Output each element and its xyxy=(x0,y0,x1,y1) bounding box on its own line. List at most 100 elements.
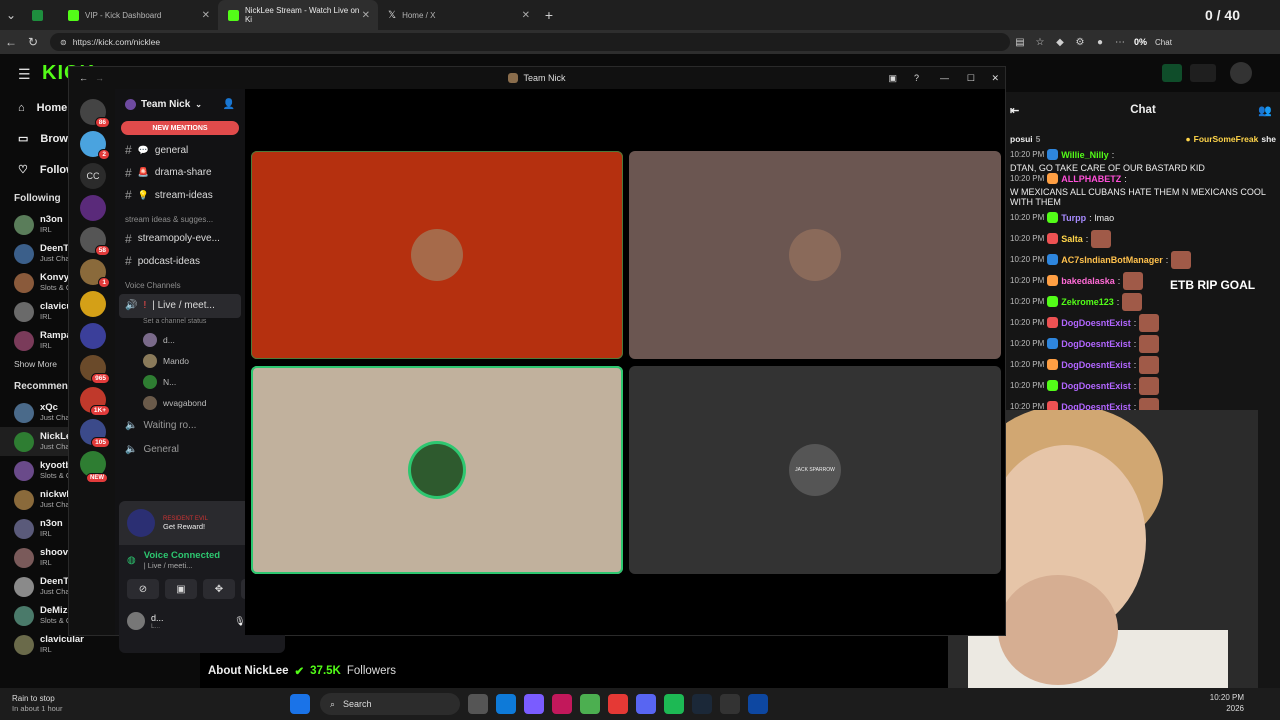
server-icon[interactable] xyxy=(80,323,106,349)
minimize-icon[interactable]: — xyxy=(940,73,949,83)
browser-chat-button[interactable]: Chat xyxy=(1155,38,1172,47)
voice-user[interactable]: wvagabond xyxy=(115,393,245,414)
close-icon[interactable]: ✕ xyxy=(202,10,210,21)
category-stream-ideas[interactable]: stream ideas & sugges... xyxy=(115,207,245,228)
extension-icon[interactable]: ◆ xyxy=(1050,37,1070,48)
server-icon[interactable]: CC xyxy=(80,163,106,189)
edge-icon[interactable] xyxy=(496,694,516,714)
chat-username[interactable]: DogDoesntExist xyxy=(1061,339,1131,349)
chat-username[interactable]: DogDoesntExist xyxy=(1061,360,1131,370)
taskbar-search[interactable]: ⌕ Search xyxy=(320,693,460,715)
menu-icon[interactable]: ☰ xyxy=(18,66,31,83)
server-icon[interactable]: 1 xyxy=(80,259,110,288)
voice-channel[interactable]: 🔈 General xyxy=(115,438,245,462)
avatar[interactable] xyxy=(1230,62,1252,84)
camera-off-button[interactable]: ⊘ xyxy=(127,579,159,599)
server-icon[interactable] xyxy=(80,195,106,221)
chat-username[interactable]: DogDoesntExist xyxy=(1061,318,1131,328)
app-icon[interactable] xyxy=(608,694,628,714)
tab-sheets[interactable] xyxy=(22,0,58,30)
start-icon[interactable] xyxy=(290,694,310,714)
participant-tile[interactable] xyxy=(629,151,1001,359)
close-icon[interactable]: ✕ xyxy=(362,10,370,21)
chat-username[interactable]: bakedalaska xyxy=(1061,276,1115,286)
participant-tile[interactable] xyxy=(251,151,623,359)
channel-stream-ideas[interactable]: # 💡 stream-ideas xyxy=(115,184,245,207)
reload-icon[interactable]: ↻ xyxy=(22,35,44,49)
server-icon[interactable]: 58 xyxy=(80,227,110,256)
kicks-icon[interactable] xyxy=(1190,64,1216,82)
spotify-icon[interactable] xyxy=(664,694,684,714)
server-icon[interactable] xyxy=(80,291,106,317)
channel-status[interactable]: Set a channel status xyxy=(115,318,245,330)
reader-icon[interactable]: ▤ xyxy=(1010,37,1030,48)
channel-streamopoly-eve...[interactable]: # streamopoly-eve... xyxy=(115,228,245,251)
help-icon[interactable]: ? xyxy=(914,73,919,83)
chat-username[interactable]: AC7sIndianBotManager xyxy=(1061,255,1163,265)
server-icon[interactable]: 1K+ xyxy=(80,387,110,416)
microphone-icon[interactable]: 🎙 xyxy=(234,616,245,627)
weather-widget[interactable]: Rain to stop In about 1 hour xyxy=(0,694,120,714)
dashboard-icon[interactable] xyxy=(1162,64,1182,82)
channel-drama-share[interactable]: # 🚨 drama-share xyxy=(115,162,245,185)
back-icon[interactable]: ← xyxy=(0,35,22,49)
add-member-icon[interactable]: 👤 xyxy=(223,99,235,110)
collapse-chat-icon[interactable]: ⇤ xyxy=(1010,104,1019,117)
activities-button[interactable]: ✥ xyxy=(203,579,235,599)
app-icon[interactable] xyxy=(552,694,572,714)
copilot-icon[interactable] xyxy=(524,694,544,714)
chat-username[interactable]: Salta xyxy=(1061,234,1083,244)
server-icon[interactable]: 965 xyxy=(80,355,110,384)
profile-icon[interactable]: ● xyxy=(1090,37,1110,48)
channel-general[interactable]: # 💬 general xyxy=(115,139,245,162)
puzzle-icon[interactable]: ⚙ xyxy=(1070,37,1090,48)
new-mentions-badge[interactable]: NEW MENTIONS xyxy=(121,121,239,135)
back-icon[interactable]: ← xyxy=(79,73,88,83)
channel-podcast-ideas[interactable]: # podcast-ideas xyxy=(115,250,245,273)
chat-username[interactable]: Zekrome123 xyxy=(1061,297,1114,307)
tab-x-home[interactable]: 𝕏 Home / X ✕ xyxy=(378,0,538,30)
app-icon[interactable] xyxy=(580,694,600,714)
chat-username[interactable]: Turpp xyxy=(1061,213,1086,223)
separator: : xyxy=(1085,233,1089,244)
server-icon[interactable]: 2 xyxy=(80,131,110,160)
participant-tile[interactable] xyxy=(251,366,623,574)
participant-tile[interactable]: JACK SPARROW xyxy=(629,366,1001,574)
tab-list-button[interactable]: ⌄ xyxy=(0,8,22,22)
close-icon[interactable]: ✕ xyxy=(991,73,999,84)
forward-icon[interactable]: → xyxy=(95,73,104,83)
new-tab-button[interactable]: + xyxy=(538,7,560,23)
url-field[interactable]: ⊜ https://kick.com/nicklee xyxy=(50,33,1010,51)
maximize-icon[interactable]: ☐ xyxy=(967,73,975,84)
avatar[interactable] xyxy=(127,612,145,630)
voice-user[interactable]: d... xyxy=(115,330,245,351)
tab-kick-dashboard[interactable]: VIP - Kick Dashboard ✕ xyxy=(58,0,218,30)
discord-icon[interactable] xyxy=(636,694,656,714)
server-icon[interactable]: 86 xyxy=(80,99,110,128)
app-icon[interactable] xyxy=(748,694,768,714)
site-info-icon[interactable]: ⊜ xyxy=(60,38,67,47)
voice-channel-live[interactable]: 🔊 ! | Live / meet... xyxy=(119,293,241,318)
voice-user[interactable]: N... xyxy=(115,372,245,393)
category-voice-channels[interactable]: Voice Channels xyxy=(115,273,245,294)
system-clock[interactable]: 10:20 PM 2026 xyxy=(1210,692,1244,714)
voice-channel[interactable]: 🔈 Waiting ro... xyxy=(115,414,245,438)
explorer-icon[interactable] xyxy=(468,694,488,714)
obs-icon[interactable] xyxy=(720,694,740,714)
users-icon[interactable]: 👥 xyxy=(1258,104,1272,117)
server-header[interactable]: Team Nick ⌄ 👤 xyxy=(115,89,245,119)
server-icon[interactable]: NEW xyxy=(80,451,108,483)
voice-user[interactable]: Mando xyxy=(115,351,245,372)
more-icon[interactable]: ⋯ xyxy=(1110,37,1130,48)
close-icon[interactable]: ✕ xyxy=(522,10,530,21)
inbox-icon[interactable]: ▣ xyxy=(888,73,897,84)
server-icon[interactable]: 105 xyxy=(80,419,110,448)
mention-badge: 105 xyxy=(91,437,110,448)
tab-nicklee-stream[interactable]: NickLee Stream - Watch Live on Ki ✕ xyxy=(218,0,378,30)
chat-username[interactable]: DogDoesntExist xyxy=(1061,381,1131,391)
chat-username[interactable]: Willie_Nilly xyxy=(1061,150,1108,160)
screen-share-button[interactable]: ▣ xyxy=(165,579,197,599)
steam-icon[interactable] xyxy=(692,694,712,714)
star-icon[interactable]: ☆ xyxy=(1030,37,1050,48)
chat-username[interactable]: ALLPHABETZ xyxy=(1061,174,1121,184)
